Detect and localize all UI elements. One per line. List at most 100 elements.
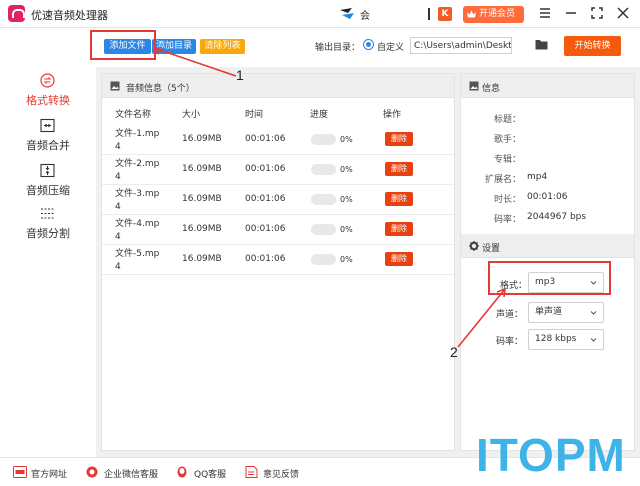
sidebar-item-label: 音频压缩 xyxy=(26,184,70,197)
wechat-service-icon xyxy=(86,466,98,478)
title-bar: 优速音频处理器 会 K 开通会员 xyxy=(0,0,640,28)
progress-bar xyxy=(311,194,336,205)
file-size: 16.09MB xyxy=(182,164,222,174)
delete-button[interactable]: 删除 xyxy=(385,252,413,266)
info-label-bitrate: 码率： xyxy=(493,215,521,225)
delete-button[interactable]: 删除 xyxy=(385,222,413,236)
col-name: 文件名称 xyxy=(115,110,152,120)
file-size: 16.09MB xyxy=(182,224,222,234)
user-logo-icon xyxy=(340,8,354,19)
progress-text: 0% xyxy=(340,225,353,234)
file-list-title: 音频信息（5个） xyxy=(126,84,195,94)
table-row[interactable]: 文件-2.mp4 16.09MB 00:01:06 0% 删除 xyxy=(102,155,454,185)
progress-text: 0% xyxy=(340,195,353,204)
file-name: 文件-1.mp4 xyxy=(115,129,160,152)
user-area[interactable]: 会 xyxy=(338,6,388,22)
file-time: 00:01:06 xyxy=(245,254,286,264)
info-value-extension: mp4 xyxy=(527,172,548,182)
start-convert-button[interactable]: 开始转换 xyxy=(564,36,621,56)
annotation-arrow-1 xyxy=(153,47,237,77)
maximize-icon[interactable] xyxy=(589,5,605,21)
file-time: 00:01:06 xyxy=(245,134,286,144)
close-icon[interactable] xyxy=(615,5,631,21)
progress-bar xyxy=(311,134,336,145)
file-list-panel: 音频信息（5个） 文件名称 大小 时间 进度 操作 文件-1.mp4 16.09… xyxy=(101,73,455,451)
sidebar-item-format-convert[interactable]: 格式转换 xyxy=(0,73,96,113)
minimize-icon[interactable] xyxy=(563,5,579,21)
file-size: 16.09MB xyxy=(182,134,222,144)
settings-header: 设置 xyxy=(461,234,634,258)
delete-button[interactable]: 删除 xyxy=(385,162,413,176)
app-logo-icon xyxy=(8,5,25,22)
delete-button[interactable]: 删除 xyxy=(385,192,413,206)
progress-text: 0% xyxy=(340,135,353,144)
info-value-duration: 00:01:06 xyxy=(527,192,568,202)
menu-icon[interactable] xyxy=(537,5,553,21)
col-action: 操作 xyxy=(383,110,402,120)
output-path-input[interactable] xyxy=(410,37,512,54)
info-label-duration: 时长： xyxy=(493,195,521,205)
bitrate-select[interactable]: 128 kbps xyxy=(528,329,604,350)
sidebar-item-merge[interactable]: 音频合并 xyxy=(0,118,96,158)
crown-icon xyxy=(467,10,476,18)
sidebar: 格式转换 音频合并 音频压缩 音频分割 xyxy=(0,29,96,457)
col-progress: 进度 xyxy=(310,110,329,120)
compress-icon xyxy=(40,163,55,178)
info-label-album: 专辑： xyxy=(493,155,521,165)
progress-bar xyxy=(311,164,336,175)
info-title: 信息 xyxy=(482,84,501,94)
file-name: 文件-2.mp4 xyxy=(115,159,160,182)
custom-radio[interactable] xyxy=(363,39,374,50)
col-time: 时间 xyxy=(245,110,264,120)
gear-icon xyxy=(469,241,479,251)
file-time: 00:01:06 xyxy=(245,194,286,204)
format-convert-icon xyxy=(40,73,55,88)
file-time: 00:01:06 xyxy=(245,164,286,174)
custom-label: 自定义 xyxy=(377,43,405,53)
progress-bar xyxy=(311,254,336,265)
folder-icon[interactable] xyxy=(535,39,548,50)
annotation-arrow-2 xyxy=(457,288,506,348)
annotation-number-2: 2 xyxy=(450,344,458,360)
info-label-artist: 歌手： xyxy=(493,135,521,145)
progress-bar xyxy=(311,224,336,235)
delete-button[interactable]: 删除 xyxy=(385,132,413,146)
table-row[interactable]: 文件-1.mp4 16.09MB 00:01:06 0% 删除 xyxy=(102,125,454,155)
footer-label: 意见反馈 xyxy=(263,470,300,480)
footer-label: 官方网址 xyxy=(31,470,68,480)
info-label-title: 标题： xyxy=(493,115,521,125)
divider-mark xyxy=(428,8,430,20)
feedback-icon xyxy=(245,466,258,478)
app-title: 优速音频处理器 xyxy=(31,9,108,22)
image-icon xyxy=(110,81,120,91)
sidebar-item-split[interactable]: 音频分割 xyxy=(0,206,96,246)
channel-select[interactable]: 单声道 xyxy=(528,302,604,323)
sidebar-item-compress[interactable]: 音频压缩 xyxy=(0,163,96,203)
website-icon xyxy=(13,466,27,478)
table-row[interactable]: 文件-5.mp4 16.09MB 00:01:06 0% 删除 xyxy=(102,245,454,275)
user-name: 会 xyxy=(360,11,370,22)
bitrate-value: 128 kbps xyxy=(535,334,577,344)
info-value-bitrate: 2044967 bps xyxy=(527,212,587,222)
col-size: 大小 xyxy=(182,110,201,120)
table-row[interactable]: 文件-3.mp4 16.09MB 00:01:06 0% 删除 xyxy=(102,185,454,215)
channel-value: 单声道 xyxy=(535,307,563,317)
vip-label: 开通会员 xyxy=(479,9,516,19)
qq-icon xyxy=(177,466,187,478)
progress-text: 0% xyxy=(340,255,353,264)
vip-button[interactable]: 开通会员 xyxy=(463,6,524,23)
settings-title: 设置 xyxy=(482,244,501,254)
sidebar-item-label: 音频合并 xyxy=(26,139,70,152)
file-size: 16.09MB xyxy=(182,194,222,204)
table-row[interactable]: 文件-4.mp4 16.09MB 00:01:06 0% 删除 xyxy=(102,215,454,245)
info-icon xyxy=(469,81,479,91)
split-icon xyxy=(41,208,54,219)
file-name: 文件-4.mp4 xyxy=(115,219,160,242)
progress-text: 0% xyxy=(340,165,353,174)
chevron-down-icon xyxy=(590,338,597,342)
info-header: 信息 xyxy=(461,74,634,98)
footer-label: QQ客服 xyxy=(194,470,227,480)
annotation-number-1: 1 xyxy=(236,67,244,83)
annotation-box-1 xyxy=(90,30,156,60)
k-badge-icon[interactable]: K xyxy=(438,7,452,21)
